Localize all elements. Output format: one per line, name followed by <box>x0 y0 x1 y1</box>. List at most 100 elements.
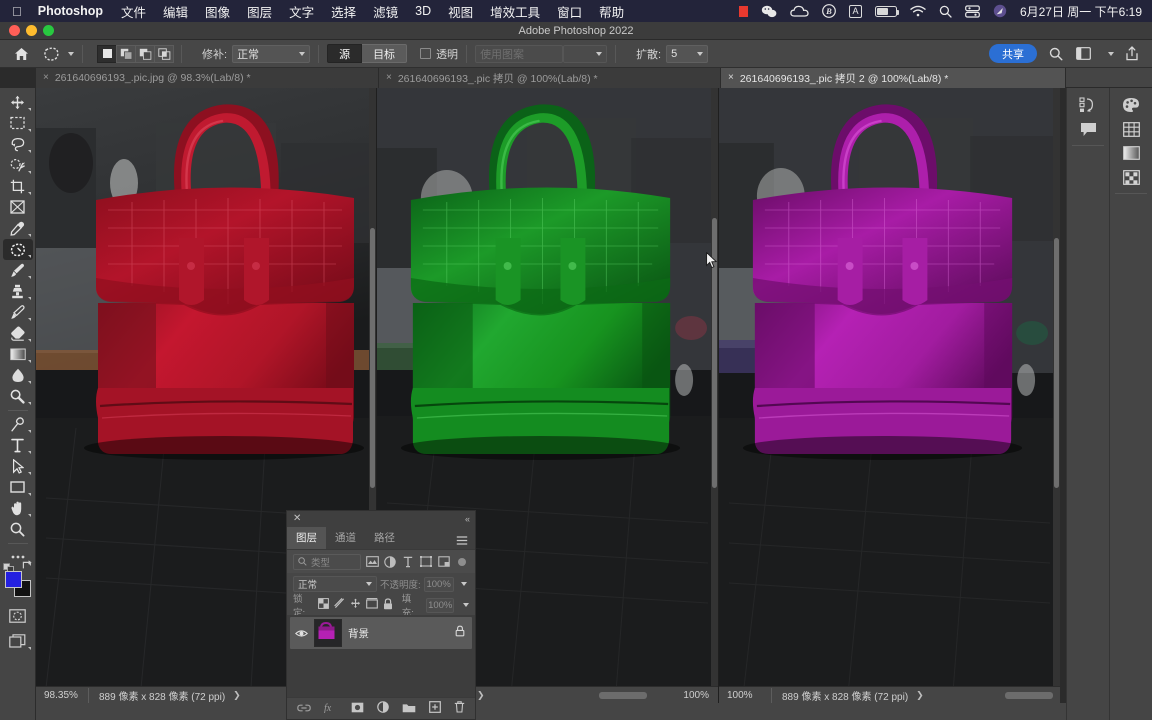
patch-tool[interactable] <box>2 239 33 260</box>
new-selection-button[interactable] <box>97 44 117 63</box>
opacity-chevron-down-icon[interactable] <box>460 582 467 586</box>
close-window-button[interactable] <box>9 25 20 36</box>
menu-image[interactable]: 图像 <box>205 2 230 21</box>
document-1-zoom-level[interactable]: 98.35% <box>36 690 88 701</box>
transparent-checkbox-group[interactable]: 透明 <box>420 46 458 62</box>
close-icon[interactable]: ✕ <box>293 514 301 524</box>
menu-plugins[interactable]: 增效工具 <box>490 2 540 21</box>
pattern-picker[interactable] <box>563 44 608 63</box>
rectangular-marquee-tool[interactable] <box>3 113 33 134</box>
foreground-color-swatch[interactable] <box>4 571 22 588</box>
lock-position-icon[interactable] <box>350 598 361 612</box>
document-2-zoom-level[interactable]: 100% <box>683 690 709 701</box>
tool-preset-chevron-down-icon[interactable] <box>68 51 74 56</box>
spotlight-search-icon[interactable] <box>939 5 952 18</box>
filter-pixel-icon[interactable] <box>365 555 379 569</box>
document-3-status-resize[interactable] <box>1005 691 1053 699</box>
close-tab-icon-2[interactable]: × <box>386 73 392 83</box>
collapse-panel-icon[interactable]: « <box>465 514 470 524</box>
source-button[interactable]: 源 <box>327 44 363 63</box>
document-2-status-chevron-icon[interactable]: ❯ <box>477 690 485 701</box>
gradients-icon[interactable] <box>1116 141 1146 165</box>
eyedropper-tool[interactable] <box>3 218 33 239</box>
link-layers-icon[interactable] <box>297 700 311 718</box>
quick-mask-mode-icon[interactable] <box>3 606 33 627</box>
red-square-icon[interactable] <box>738 5 748 17</box>
document-3-scrollbar[interactable] <box>1053 88 1060 703</box>
document-2-scrollbar[interactable] <box>711 88 718 703</box>
filter-type-icon[interactable] <box>401 555 415 569</box>
layer-filter-select[interactable]: 类型 <box>293 553 361 570</box>
menu-app-name[interactable]: Photoshop <box>38 4 103 18</box>
close-tab-icon-1[interactable]: × <box>43 73 49 83</box>
new-layer-icon[interactable] <box>429 700 441 718</box>
share-export-icon[interactable] <box>1125 46 1139 61</box>
color-palette-icon[interactable] <box>1116 93 1146 117</box>
document-3-zoom-level[interactable]: 100% <box>719 690 771 701</box>
pen-tool[interactable] <box>3 414 33 435</box>
rectangle-tool[interactable] <box>3 477 33 498</box>
menu-file[interactable]: 文件 <box>121 2 146 21</box>
close-tab-icon-3[interactable]: × <box>728 73 734 83</box>
filter-adjustment-icon[interactable] <box>383 555 397 569</box>
layer-lock-icon[interactable] <box>455 624 465 642</box>
tab-layers[interactable]: 图层 <box>287 527 326 549</box>
patch-tool-preset-icon[interactable] <box>43 46 60 62</box>
target-button[interactable]: 目标 <box>362 44 408 63</box>
swap-colors-icon[interactable] <box>22 560 33 572</box>
swatches-icon[interactable] <box>1116 117 1146 141</box>
battery-icon[interactable] <box>874 5 899 17</box>
screen-mode-icon[interactable] <box>3 631 33 652</box>
fill-value[interactable]: 100% <box>426 597 454 613</box>
lasso-tool[interactable] <box>3 134 33 155</box>
crop-tool[interactable] <box>3 176 33 197</box>
menu-edit[interactable]: 编辑 <box>163 2 188 21</box>
workspace-chevron-down-icon[interactable] <box>1104 51 1114 56</box>
lock-artboard-icon[interactable] <box>365 598 378 612</box>
zoom-window-button[interactable] <box>43 25 54 36</box>
search-icon[interactable] <box>1049 47 1063 61</box>
tab-paths[interactable]: 路径 <box>365 527 404 549</box>
blur-tool[interactable] <box>3 365 33 386</box>
brush-tool[interactable] <box>3 260 33 281</box>
history-brush-tool[interactable] <box>3 302 33 323</box>
lock-transparent-pixels-icon[interactable] <box>317 598 329 612</box>
input-source-icon[interactable]: A <box>848 4 862 18</box>
hand-tool[interactable] <box>3 498 33 519</box>
blend-mode-select[interactable]: 正常 <box>293 576 377 592</box>
layer-thumbnail[interactable] <box>314 619 342 647</box>
clone-stamp-tool[interactable] <box>3 281 33 302</box>
document-tab-1[interactable]: × 261640696193_.pic.jpg @ 98.3%(Lab/8) * <box>36 68 379 88</box>
path-selection-tool[interactable] <box>3 456 33 477</box>
new-adjustment-layer-icon[interactable] <box>377 700 389 718</box>
wifi-icon[interactable] <box>910 5 926 17</box>
object-selection-tool[interactable] <box>3 155 33 176</box>
document-purple-bag[interactable]: 100% 889 像素 x 828 像素 (72 ppi) ❯ <box>718 88 1060 703</box>
comment-icon[interactable] <box>1073 117 1103 141</box>
filter-toggle-icon[interactable] <box>455 555 469 569</box>
fill-chevron-down-icon[interactable] <box>463 603 469 607</box>
home-icon[interactable] <box>14 47 29 61</box>
tab-channels[interactable]: 通道 <box>326 527 365 549</box>
menu-filter[interactable]: 滤镜 <box>373 2 398 21</box>
transparent-checkbox[interactable] <box>420 48 432 59</box>
history-icon[interactable] <box>1073 93 1103 117</box>
subtract-from-selection-button[interactable] <box>135 44 155 63</box>
menu-select[interactable]: 选择 <box>331 2 356 21</box>
layer-visibility-eye-icon[interactable] <box>294 629 308 638</box>
cloud-icon[interactable] <box>790 5 809 18</box>
frame-tool[interactable] <box>3 197 33 218</box>
intersect-selection-button[interactable] <box>154 44 174 63</box>
new-group-icon[interactable] <box>402 700 416 718</box>
filter-smart-object-icon[interactable] <box>437 555 451 569</box>
menu-3d[interactable]: 3D <box>415 4 431 18</box>
type-tool[interactable] <box>3 435 33 456</box>
menu-layer[interactable]: 图层 <box>247 2 272 21</box>
menu-help[interactable]: 帮助 <box>599 2 624 21</box>
delete-layer-icon[interactable] <box>454 700 465 718</box>
lock-image-pixels-icon[interactable] <box>333 597 345 612</box>
control-center-icon[interactable] <box>965 4 980 18</box>
menu-view[interactable]: 视图 <box>448 2 473 21</box>
use-pattern-button[interactable]: 使用图案 <box>475 44 564 63</box>
lock-all-icon[interactable] <box>383 597 393 613</box>
